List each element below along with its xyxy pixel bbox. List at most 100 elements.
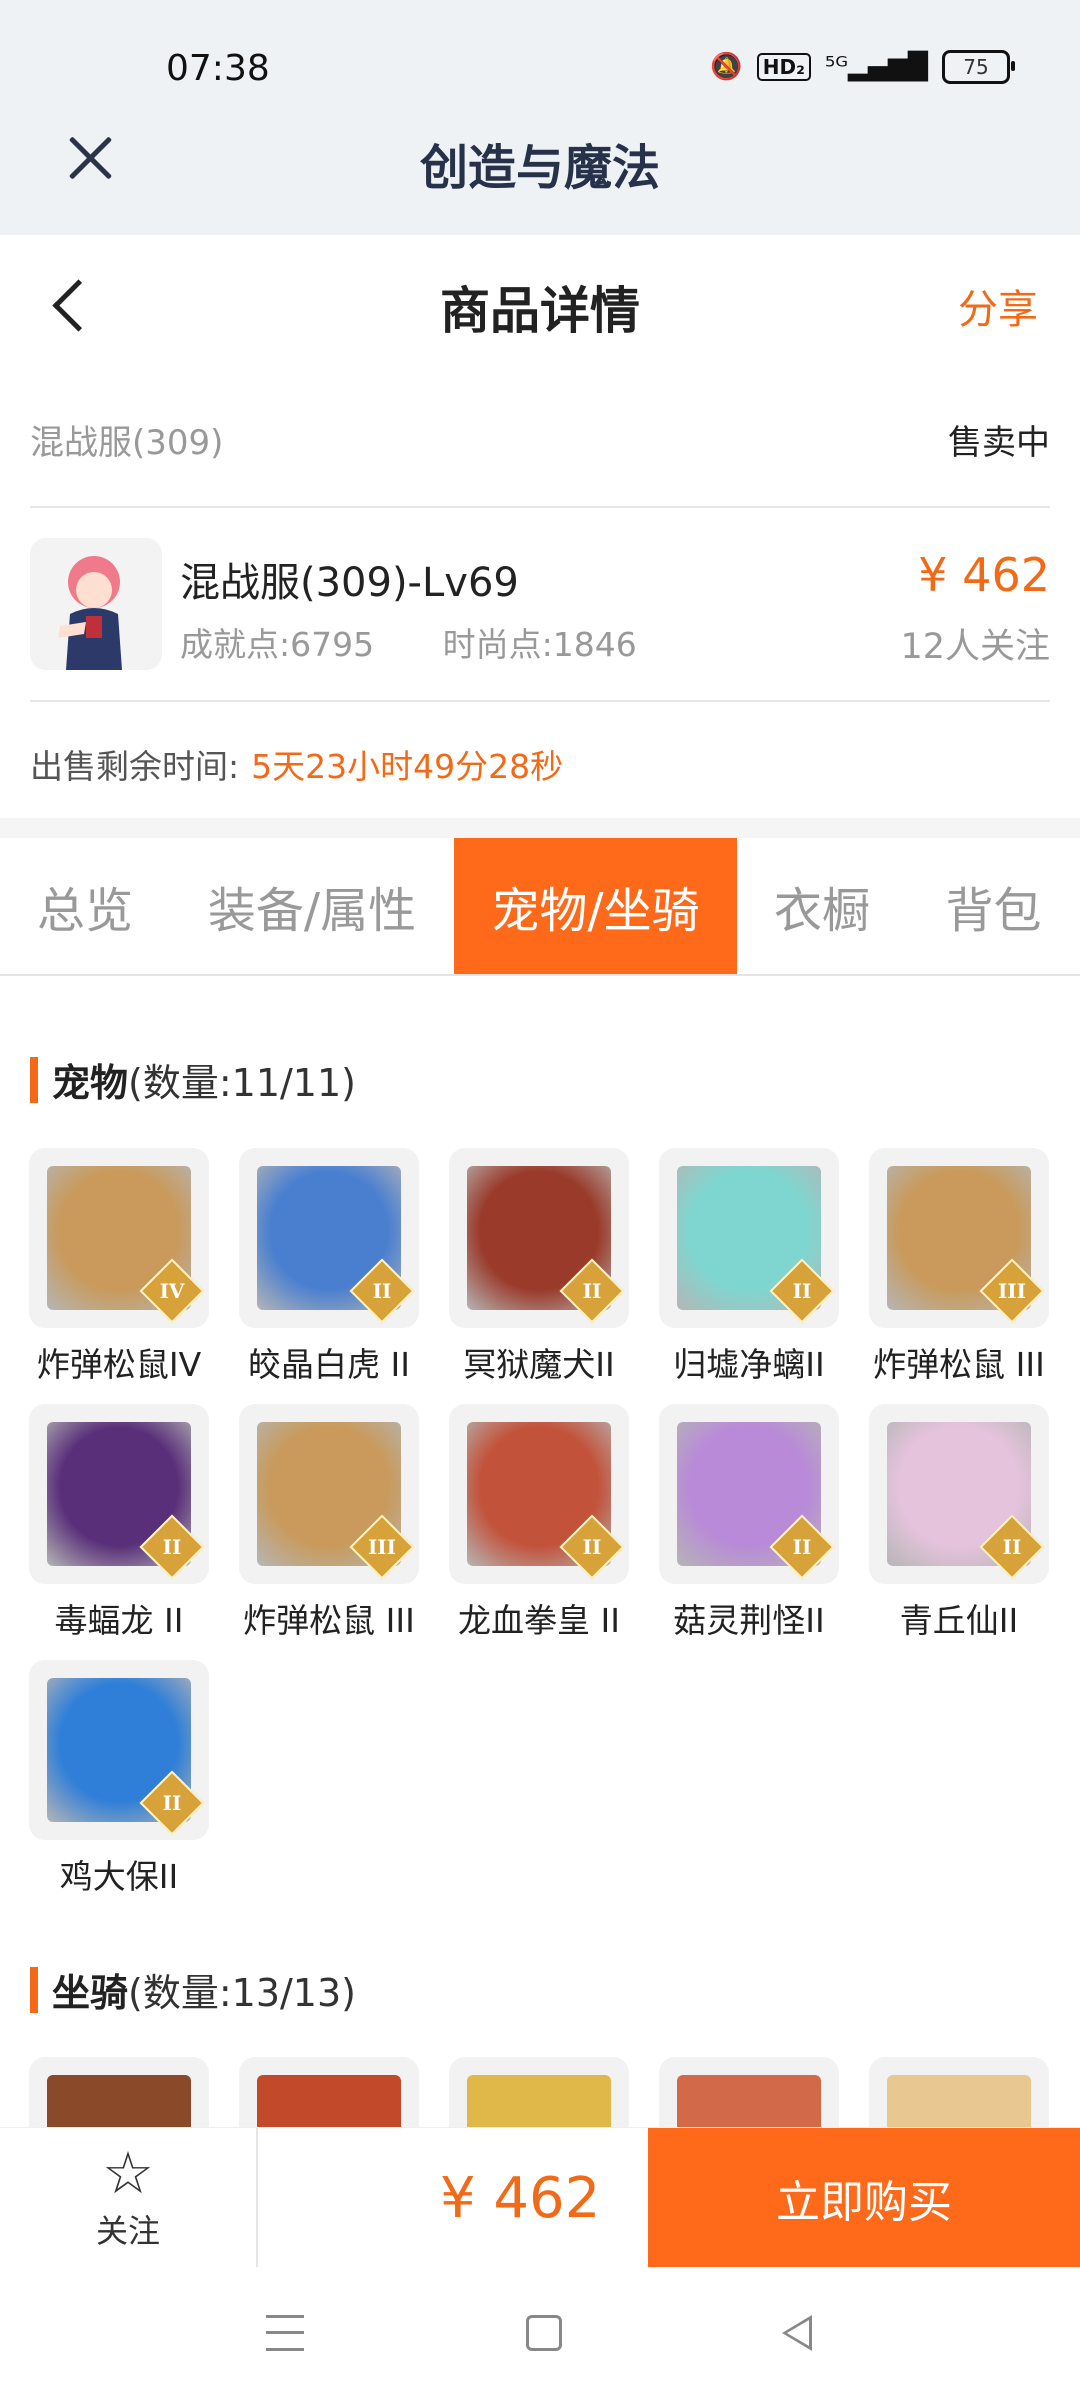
pet-item[interactable]: II 龙血拳皇 II (449, 1404, 629, 1642)
tier-badge-text: II (372, 1279, 392, 1303)
tier-badge-text: II (582, 1535, 602, 1559)
mount-art (677, 2075, 821, 2127)
pet-name: 鸡大保II (59, 1857, 179, 1896)
tier-badge-text: III (997, 1279, 1027, 1303)
pet-item[interactable]: II 鸡大保II (29, 1660, 209, 1898)
signal-5g-icon: ⁵ᴳ▂▄▆█ (824, 52, 928, 82)
tab-overview[interactable]: 总览 (0, 838, 170, 974)
tab-equipment[interactable]: 装备/属性 (170, 838, 454, 974)
pet-image: III (869, 1148, 1049, 1328)
pet-item[interactable]: II 皎晶白虎 II (239, 1148, 419, 1386)
pet-image: II (29, 1404, 209, 1584)
tab-bar: 总览 装备/属性 宠物/坐骑 衣橱 背包 (0, 838, 1080, 976)
follow-label: 关注 (95, 2212, 160, 2250)
pet-item[interactable]: III 炸弹松鼠 III (869, 1148, 1049, 1386)
star-icon: ☆ (102, 2139, 154, 2207)
tier-badge-text: II (582, 1279, 602, 1303)
pet-name: 龙血拳皇 II (458, 1601, 620, 1640)
follow-button[interactable]: ☆ 关注 (0, 2128, 256, 2268)
tab-pets-mounts[interactable]: 宠物/坐骑 (454, 838, 737, 974)
server-name: 混战服(309) (30, 423, 224, 463)
avatar[interactable] (30, 538, 162, 670)
pet-item[interactable]: II 归墟净螭II (659, 1148, 839, 1386)
pet-image: II (29, 1660, 209, 1840)
pet-image: II (659, 1148, 839, 1328)
follower-count: 12人关注 (900, 627, 1050, 667)
mount-item[interactable] (869, 2057, 1049, 2127)
tier-badge-text: II (162, 1535, 182, 1559)
pet-item[interactable]: II 毒蝠龙 II (29, 1404, 209, 1642)
page-nav: 商品详情 分享 (0, 235, 1080, 375)
mount-item[interactable] (239, 2057, 419, 2127)
mount-grid (29, 2057, 1051, 2127)
pet-name: 炸弹松鼠IV (36, 1345, 202, 1384)
time-left-countdown: 5天23小时49分28秒 (251, 747, 564, 786)
mount-item[interactable] (449, 2057, 629, 2127)
tier-badge-text: II (162, 1791, 182, 1815)
pet-item[interactable]: II 菇灵荆怪II (659, 1404, 839, 1642)
battery-icon: 75 (942, 50, 1015, 84)
character-stats: 成就点:6795 时尚点:1846 (180, 618, 637, 666)
pet-name: 冥狱魔犬II (463, 1345, 615, 1384)
pet-name: 毒蝠龙 II (54, 1601, 184, 1640)
mount-art (467, 2075, 611, 2127)
hd-icon: HD₂ (756, 53, 811, 81)
share-button[interactable]: 分享 (958, 277, 1038, 335)
pet-image: III (239, 1404, 419, 1584)
price-label: ¥ 462 (918, 548, 1050, 602)
tier-badge-text: II (792, 1279, 812, 1303)
server-row: 混战服(309) 售卖中 (30, 415, 1050, 464)
tier-badge-text: II (792, 1535, 812, 1559)
pet-name: 青丘仙II (899, 1601, 1019, 1640)
pet-item[interactable]: IV 炸弹松鼠IV (29, 1148, 209, 1386)
tier-badge-text: IV (159, 1279, 185, 1303)
mounts-count: (数量:13/13) (128, 1971, 356, 2015)
tier-badge-text: II (1002, 1535, 1022, 1559)
page-title: 商品详情 (440, 282, 640, 340)
bottom-price: ¥ 462 (440, 2166, 601, 2231)
pet-image: II (869, 1404, 1049, 1584)
status-badge: 售卖中 (948, 423, 1050, 463)
mounts-title: 坐骑 (52, 1971, 129, 2015)
mount-item[interactable] (29, 2057, 209, 2127)
app-title: 创造与魔法 (419, 140, 660, 196)
status-time: 07:38 (166, 48, 270, 89)
tab-wardrobe[interactable]: 衣橱 (737, 838, 907, 974)
achievement-points: 成就点:6795 (180, 625, 375, 664)
section-gap (0, 818, 1080, 838)
mount-item[interactable] (659, 2057, 839, 2127)
pet-name: 皎晶白虎 II (248, 1345, 410, 1384)
pet-item[interactable]: II 冥狱魔犬II (449, 1148, 629, 1386)
app-header: 07:38 🔕 HD₂ ⁵ᴳ▂▄▆█ 75 创造与魔法 (0, 0, 1080, 235)
fashion-points: 时尚点:1846 (442, 625, 637, 664)
home-icon[interactable] (526, 2315, 562, 2351)
divider (256, 2128, 258, 2268)
mounts-section-title: 坐骑 (数量:13/13) (30, 1962, 356, 2017)
back-triangle-icon[interactable] (782, 2315, 812, 2351)
pet-image: IV (29, 1148, 209, 1328)
pet-item[interactable]: II 青丘仙II (869, 1404, 1049, 1642)
mount-art (257, 2075, 401, 2127)
system-nav-bar (0, 2267, 1080, 2400)
pets-count: (数量:11/11) (128, 1061, 356, 1105)
buy-now-button[interactable]: 立即购买 (648, 2128, 1080, 2268)
tab-backpack[interactable]: 背包 (907, 838, 1080, 974)
pets-section-title: 宠物 (数量:11/11) (30, 1052, 356, 1107)
pet-name: 炸弹松鼠 III (873, 1345, 1045, 1384)
divider (30, 700, 1050, 702)
mount-art (887, 2075, 1031, 2127)
status-icons: 🔕 HD₂ ⁵ᴳ▂▄▆█ 75 (710, 50, 1015, 84)
tier-badge-text: III (367, 1535, 397, 1559)
character-name: 混战服(309)-Lv69 (180, 560, 519, 606)
pet-image: II (239, 1148, 419, 1328)
time-left-label: 出售剩余时间: (30, 747, 240, 786)
pet-image: II (659, 1404, 839, 1584)
menu-icon[interactable] (266, 2315, 304, 2351)
pet-item[interactable]: III 炸弹松鼠 III (239, 1404, 419, 1642)
divider (30, 506, 1050, 508)
pets-title: 宠物 (52, 1061, 129, 1105)
mount-art (47, 2075, 191, 2127)
time-left: 出售剩余时间: 5天23小时49分28秒 (30, 740, 563, 788)
pet-image: II (449, 1148, 629, 1328)
pet-name: 菇灵荆怪II (673, 1601, 825, 1640)
